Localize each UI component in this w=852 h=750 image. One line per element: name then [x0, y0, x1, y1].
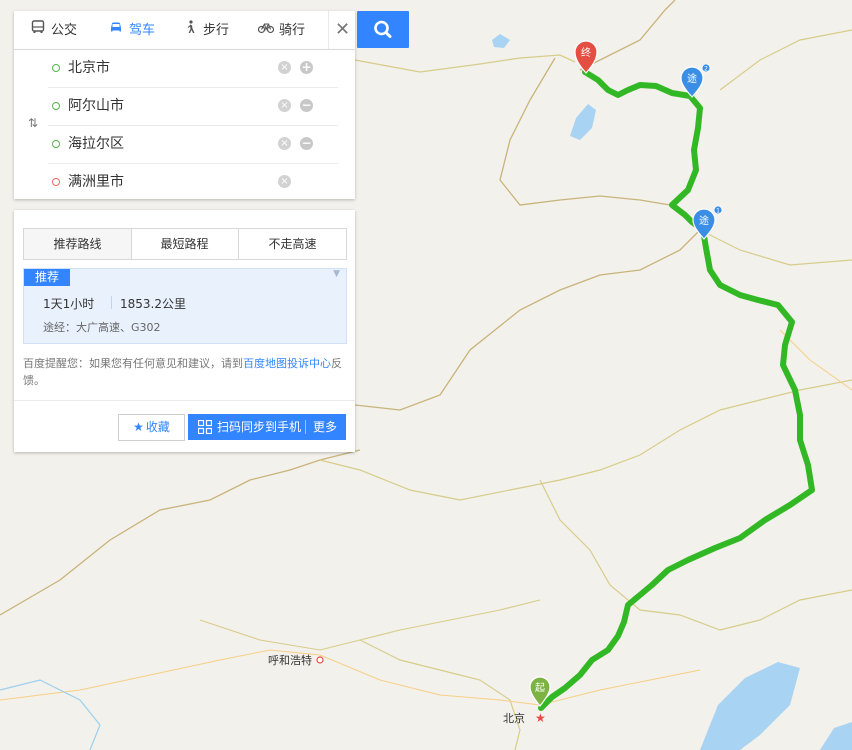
route-duration: 1天1小时	[43, 297, 95, 311]
route-distance: 1853.2公里	[120, 297, 186, 311]
clear-icon[interactable]: ×	[278, 137, 291, 150]
mode-tab-bus[interactable]: 公交	[28, 11, 77, 49]
clear-icon[interactable]: ×	[278, 99, 291, 112]
city-label-beijing: 北京	[503, 711, 525, 725]
route-option-card[interactable]: 推荐 ▼ 1天1小时 1853.2公里 途经：大广高速、G302	[23, 268, 347, 344]
car-icon	[106, 11, 126, 49]
favorite-button[interactable]: ★ 收藏	[118, 414, 185, 441]
divider	[14, 400, 355, 401]
capital-star: ★	[535, 711, 546, 725]
search-button[interactable]	[357, 11, 409, 48]
remove-waypoint-icon[interactable]: −	[300, 137, 313, 150]
recommend-badge: 推荐	[24, 269, 71, 286]
chevron-down-icon[interactable]: ▼	[333, 269, 340, 279]
mode-tab-walk[interactable]: 步行	[180, 11, 229, 49]
complaint-center-link[interactable]: 百度地图投诉中心	[243, 357, 331, 370]
divider	[111, 296, 112, 309]
waypoint-list: ⇅ 北京市 × + 阿尔山市 × − 海拉尔区 × − 满洲里市 ×	[14, 50, 355, 199]
favorite-label: 收藏	[145, 420, 170, 434]
sync-to-phone-button[interactable]: 扫码同步到手机 更多	[188, 414, 346, 440]
feedback-notice: 百度提醒您：如果您有任何意见和建议，请到百度地图投诉中心反馈。	[23, 355, 348, 389]
via-marker-2-label: 途	[687, 72, 697, 85]
mode-label-walk: 步行	[203, 23, 230, 38]
transport-mode-bar: 公交 驾车 步行 骑行 ✕	[14, 11, 355, 50]
waypoint-row-via-1[interactable]: 阿尔山市 × −	[48, 88, 338, 126]
tab-recommended[interactable]: 推荐路线	[24, 229, 132, 259]
add-waypoint-icon[interactable]: +	[300, 61, 313, 74]
mode-tab-car[interactable]: 驾车	[106, 11, 155, 49]
waypoint-input-via-1[interactable]: 阿尔山市	[68, 88, 124, 124]
waypoint-input-via-2[interactable]: 海拉尔区	[68, 126, 124, 162]
search-icon	[374, 20, 392, 38]
star-icon: ★	[133, 420, 144, 434]
start-dot-icon	[52, 64, 60, 72]
via-dot-icon	[52, 140, 60, 148]
via-dot-icon	[52, 102, 60, 110]
close-icon[interactable]: ✕	[328, 11, 356, 49]
via-marker-1-label: 途	[699, 214, 709, 227]
end-marker-label: 终	[581, 46, 591, 59]
remove-waypoint-icon[interactable]: −	[300, 99, 313, 112]
bike-icon	[256, 11, 276, 49]
waypoint-row-end[interactable]: 满洲里市 ×	[48, 164, 338, 201]
divider	[305, 420, 306, 434]
route-via: 途经：大广高速、G302	[43, 321, 161, 334]
bus-icon	[28, 11, 48, 49]
via-marker-1-index: 1	[716, 208, 720, 215]
mode-tab-bike[interactable]: 骑行	[256, 11, 305, 49]
waypoint-input-start[interactable]: 北京市	[68, 50, 110, 86]
more-button[interactable]: 更多	[313, 414, 337, 440]
via-marker-2-index: 2	[704, 66, 708, 73]
mode-label-car: 驾车	[129, 23, 156, 38]
tab-shortest[interactable]: 最短路程	[131, 229, 239, 259]
tab-no-highway[interactable]: 不走高速	[239, 229, 346, 259]
clear-icon[interactable]: ×	[278, 175, 291, 188]
mode-label-bike: 骑行	[279, 23, 306, 38]
waypoint-row-via-2[interactable]: 海拉尔区 × −	[48, 126, 338, 164]
route-preference-tabs: 推荐路线 最短路程 不走高速	[23, 228, 347, 260]
city-dot-hohhot[interactable]	[316, 656, 324, 664]
city-label-hohhot: 呼和浩特	[268, 653, 312, 667]
route-result-panel: 推荐路线 最短路程 不走高速 推荐 ▼ 1天1小时 1853.2公里 途经：大广…	[14, 210, 355, 452]
start-marker-label: 起	[535, 682, 545, 694]
waypoint-input-end[interactable]: 满洲里市	[68, 164, 124, 200]
sync-label: 扫码同步到手机	[217, 420, 302, 434]
mode-label-bus: 公交	[51, 23, 78, 38]
clear-icon[interactable]: ×	[278, 61, 291, 74]
qr-code-icon	[198, 420, 212, 434]
notice-text: 百度提醒您：如果您有任何意见和建议，请到	[23, 357, 243, 370]
end-dot-icon	[52, 178, 60, 186]
swap-icon[interactable]: ⇅	[22, 116, 44, 134]
walk-icon	[180, 11, 200, 49]
waypoint-row-start[interactable]: 北京市 × +	[48, 50, 338, 88]
